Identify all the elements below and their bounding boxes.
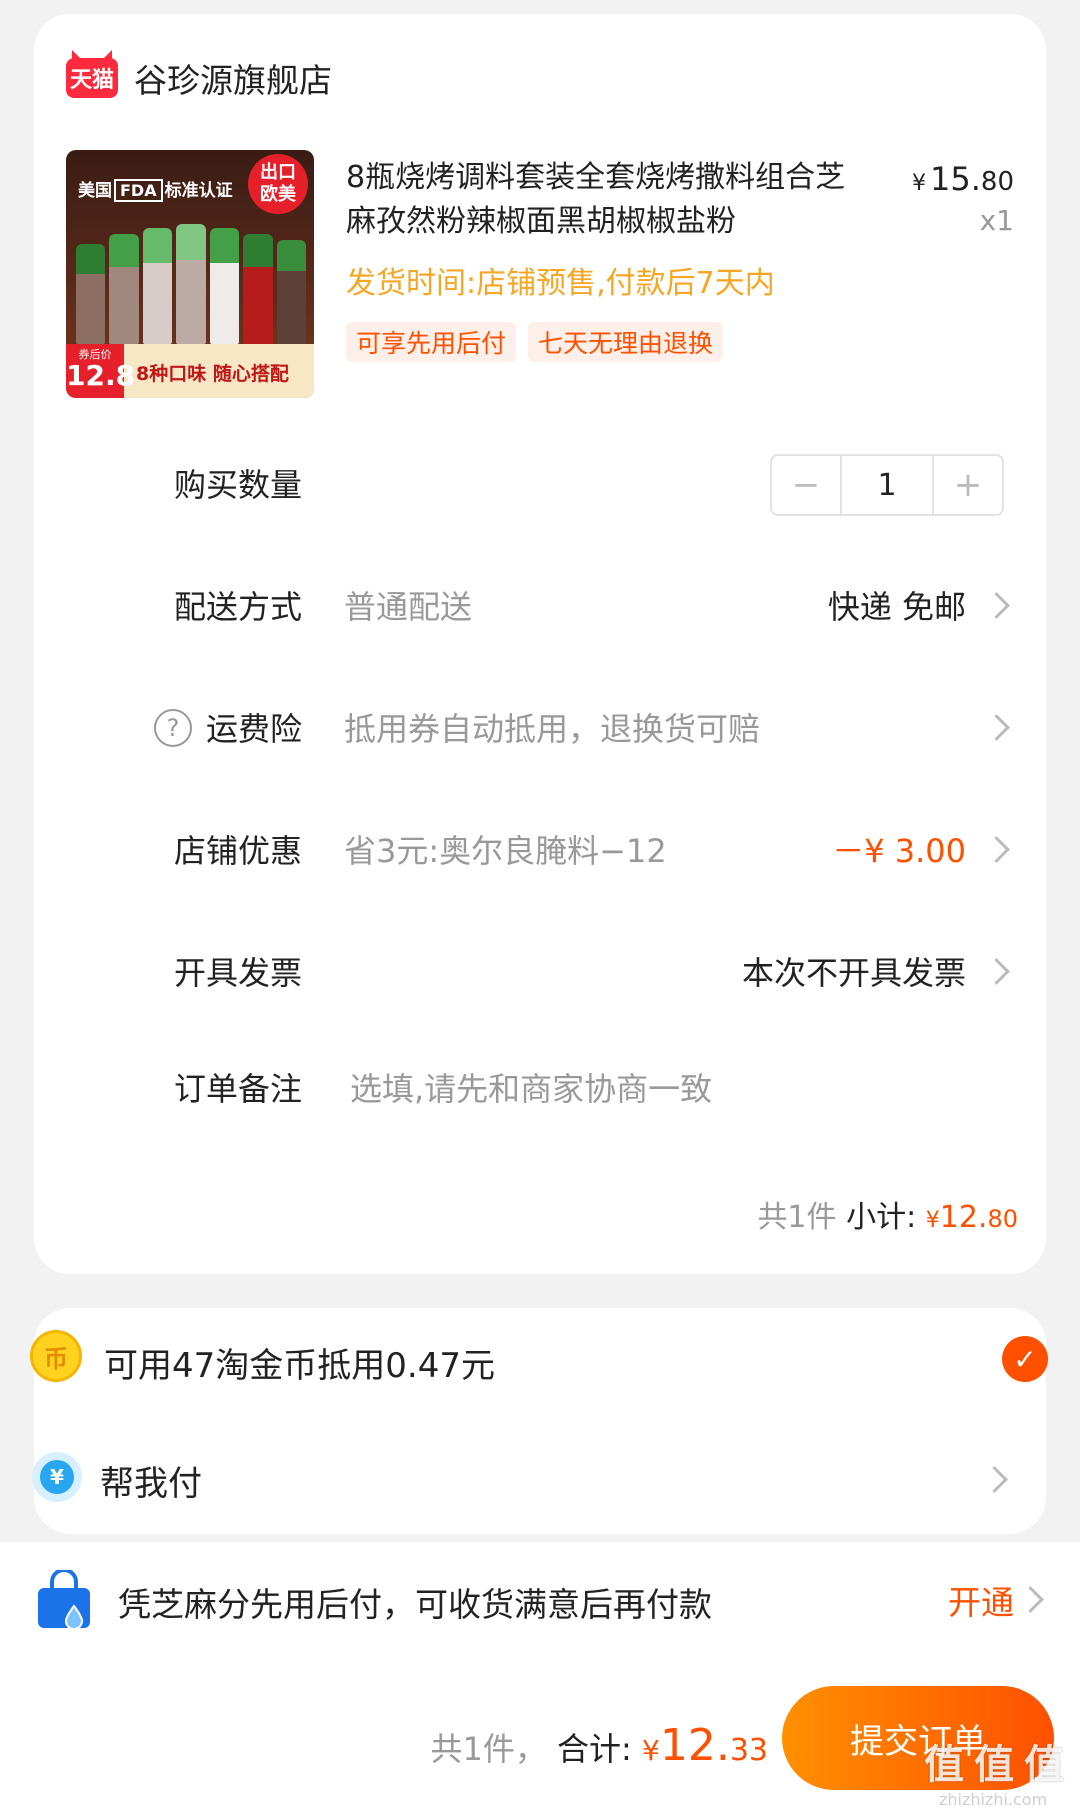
chevron-right-icon — [983, 836, 1010, 863]
subtotal-decimal: 80 — [987, 1205, 1018, 1233]
product-image-badge-line2: 欧美 — [260, 184, 296, 205]
increase-button[interactable]: + — [934, 456, 1002, 514]
order-total: 共1件， 合计: ¥12.33 — [430, 1720, 768, 1771]
quantity-input[interactable]: 1 — [840, 456, 934, 514]
invoice-value: 本次不开具发票 — [741, 954, 966, 992]
help-circle-icon[interactable]: ? — [154, 709, 192, 747]
product-price-currency: ¥ — [912, 171, 927, 196]
product-price-decimal: 80 — [980, 167, 1014, 197]
chevron-right-icon — [1017, 1586, 1044, 1613]
watermark-url: zhizhizhi.com — [938, 1790, 1048, 1809]
bottle-shape — [209, 228, 240, 344]
product-image-cert-label: 标准认证 — [164, 181, 233, 201]
order-card: 天猫 谷珍源旗舰店 美国 FDA 标准认证 出口 欧美 券后价 12.8 8种口味 … — [34, 14, 1046, 1274]
delivery-method: 普通配送 — [344, 588, 473, 626]
store-header[interactable]: 天猫 谷珍源旗舰店 — [66, 54, 332, 102]
product-price-integer: 15. — [930, 160, 981, 198]
store-discount-value: －¥ 3.00 — [832, 832, 966, 870]
shipping-time: 发货时间:店铺预售,付款后7天内 — [346, 266, 775, 301]
product-image-cert-country: 美国 — [78, 181, 112, 201]
total-label: 合计: — [557, 1730, 632, 1768]
coins-text: 可用47淘金币抵用0.47元 — [104, 1346, 495, 1386]
store-discount-desc: 省3元:奥尔良腌料−12 — [344, 832, 667, 870]
subtotal-count: 共1件 — [757, 1200, 837, 1235]
product-image[interactable]: 美国 FDA 标准认证 出口 欧美 券后价 12.8 8种口味 随心搭配 — [66, 150, 314, 398]
product-image-price: 12.8 — [66, 359, 136, 392]
total-amount: ¥12.33 — [642, 1720, 768, 1771]
product-image-footer: 券后价 12.8 8种口味 随心搭配 — [66, 344, 314, 398]
tmall-logo-icon: 天猫 — [66, 58, 118, 98]
product-image-price-box: 券后价 12.8 — [66, 344, 135, 398]
help-pay-icon: ¥ — [32, 1452, 82, 1502]
subtotal-integer: 12. — [939, 1200, 988, 1235]
chevron-right-icon — [983, 714, 1010, 741]
tag-pay-later: 可享先用后付 — [346, 322, 517, 362]
shopping-bag-icon — [38, 1570, 90, 1630]
product-image-cert: 美国 FDA 标准认证 — [78, 176, 233, 202]
subtotal-amount: ¥12.80 — [926, 1200, 1018, 1235]
product-image-fda: FDA — [114, 179, 163, 202]
product-image-badge-line1: 出口 — [260, 162, 296, 183]
freight-insurance-label: 运费险 — [206, 710, 303, 748]
product-price: ¥15.80 — [912, 160, 1014, 198]
bottle-shape — [243, 234, 273, 344]
checkmark-icon[interactable]: ✓ — [1002, 1336, 1048, 1382]
bottle-shape — [276, 240, 306, 344]
quantity-label: 购买数量 — [174, 466, 303, 504]
delivery-value: 快递 免邮 — [827, 588, 966, 626]
product-tags: 可享先用后付 七天无理由退换 — [346, 322, 724, 362]
chevron-right-icon — [983, 958, 1010, 985]
tmall-logo-text: 天猫 — [69, 68, 114, 93]
product-image-bottles — [76, 224, 306, 344]
credit-pay-bar[interactable]: 凭芝麻分先用后付，可收货满意后再付款 开通 — [0, 1542, 1080, 1682]
total-currency: ¥ — [642, 1734, 660, 1767]
order-note-input[interactable]: 选填,请先和商家协商一致 — [350, 1064, 712, 1110]
total-decimal: 33 — [729, 1733, 768, 1768]
credit-activate-link[interactable]: 开通 — [948, 1576, 1014, 1624]
checkout-bar: 共1件， 合计: ¥12.33 提交订单 值 值 值 zhizhizhi.com — [0, 1682, 1080, 1813]
coin-icon: 币 — [30, 1330, 82, 1382]
product-quantity: x1 — [979, 204, 1014, 237]
freight-insurance-desc: 抵用券自动抵用，退换货可赔 — [344, 710, 761, 748]
chevron-right-icon — [983, 592, 1010, 619]
quantity-stepper: − 1 + — [770, 454, 1004, 516]
subtotal-currency: ¥ — [925, 1208, 940, 1233]
bottle-shape — [109, 234, 139, 344]
invoice-label: 开具发票 — [174, 954, 303, 992]
store-name[interactable]: 谷珍源旗舰店 — [134, 54, 332, 102]
total-count: 共1件， — [430, 1730, 547, 1768]
bottle-shape — [76, 244, 106, 344]
tag-return: 七天无理由退换 — [528, 322, 724, 362]
product-image-slogan: 8种口味 随心搭配 — [136, 363, 289, 385]
credit-pay-text: 凭芝麻分先用后付，可收货满意后再付款 — [118, 1585, 712, 1624]
total-integer: 12. — [659, 1720, 730, 1771]
help-pay-label: 帮我付 — [100, 1464, 202, 1504]
order-note-label: 订单备注 — [174, 1070, 303, 1108]
subtotal-label: 小计: — [846, 1200, 917, 1235]
store-discount-label: 店铺优惠 — [174, 832, 303, 870]
bottle-shape — [142, 228, 173, 344]
bottle-shape — [176, 224, 206, 344]
product-image-badge: 出口 欧美 — [248, 154, 308, 214]
site-watermark: 值 值 值 zhizhizhi.com — [924, 1732, 1064, 1809]
subtotal: 共1件 小计: ¥12.80 — [757, 1192, 1018, 1236]
delivery-label: 配送方式 — [174, 588, 303, 626]
help-pay-icon-glyph: ¥ — [40, 1460, 74, 1494]
decrease-button[interactable]: − — [772, 456, 840, 514]
product-title[interactable]: 8瓶烧烤调料套装全套烧烤撒料组合芝麻孜然粉辣椒面黑胡椒椒盐粉 — [346, 156, 866, 244]
watermark-logo: 值 值 值 — [924, 1742, 1064, 1788]
